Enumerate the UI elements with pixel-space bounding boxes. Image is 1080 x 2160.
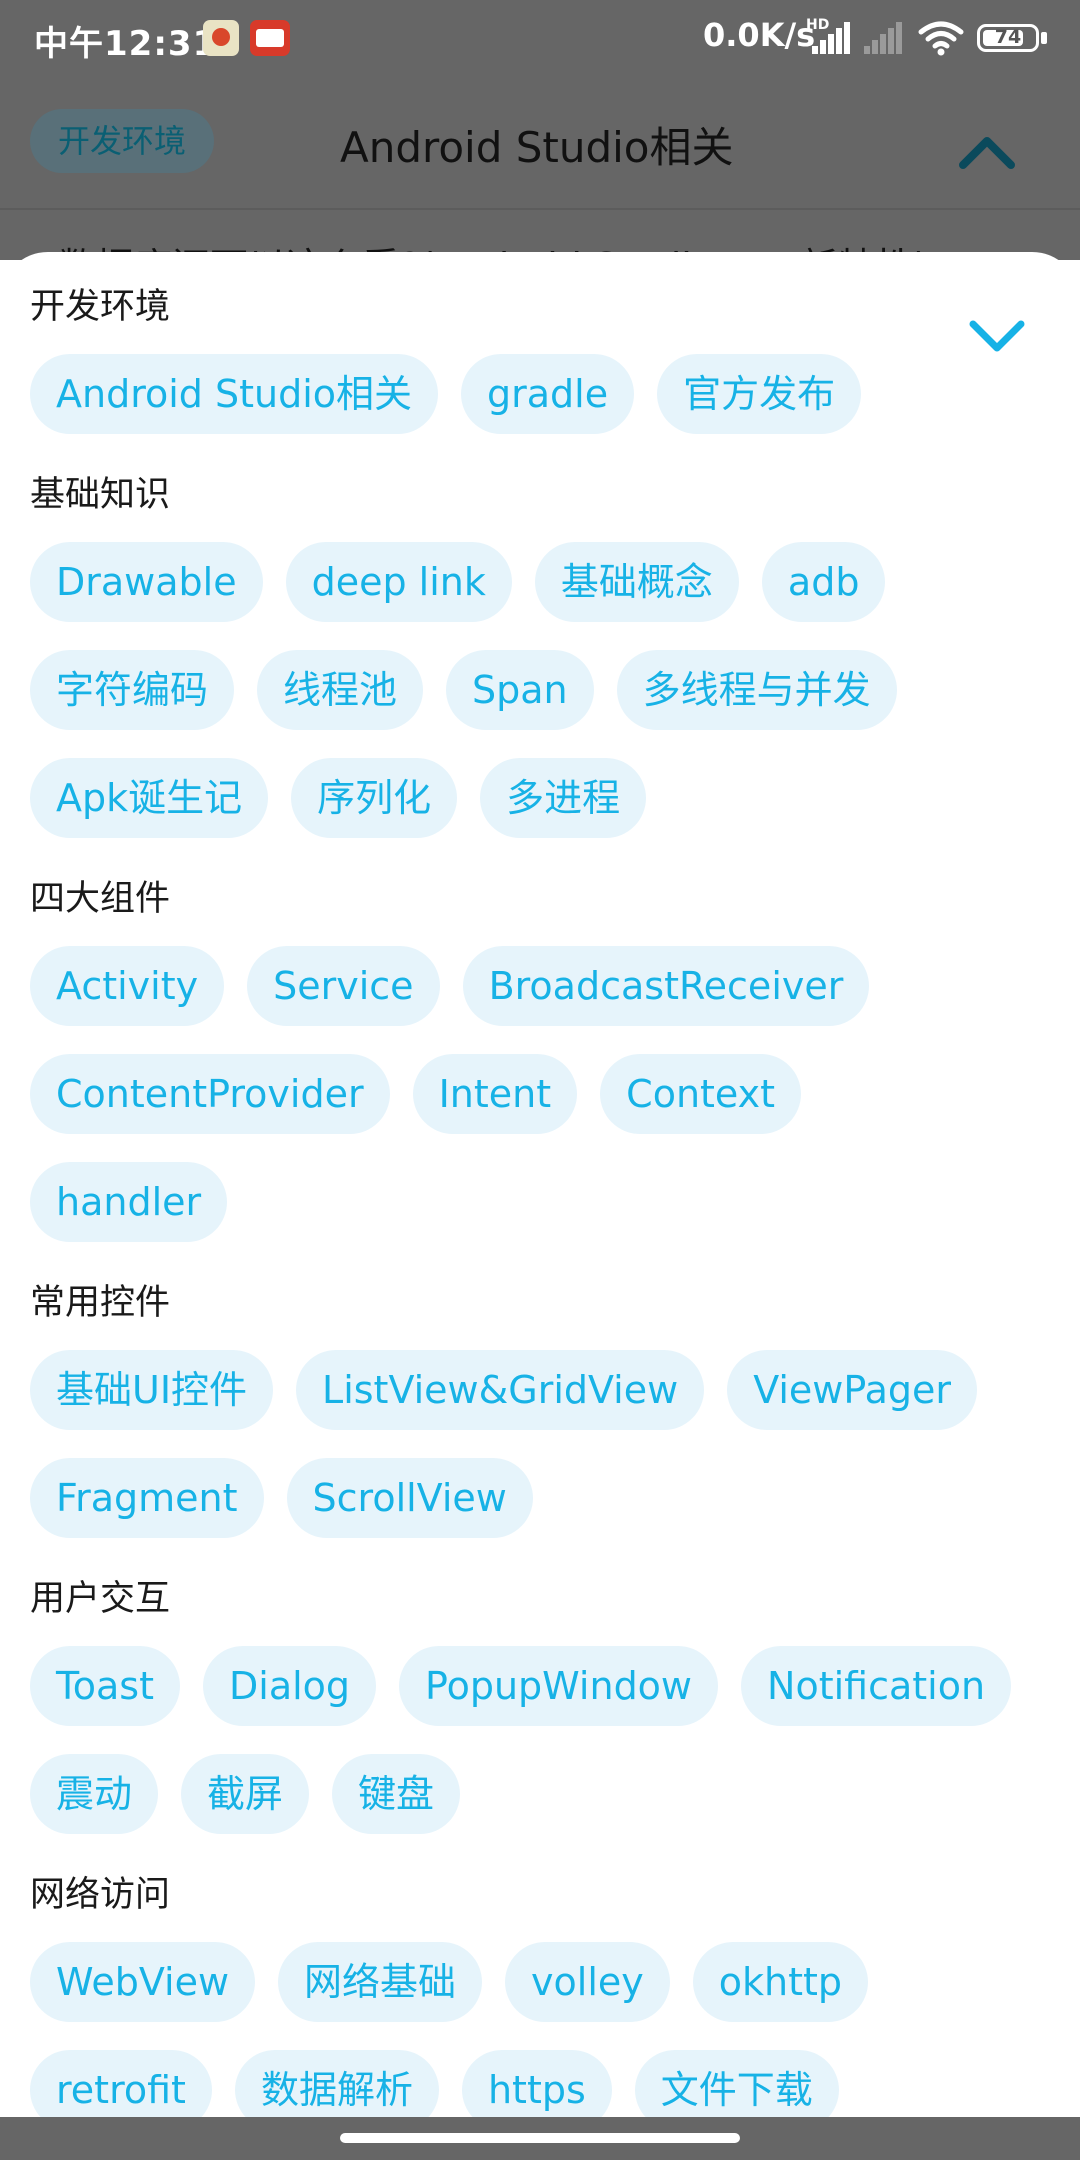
topic-chip[interactable]: ViewPager — [727, 1350, 977, 1430]
topic-chip[interactable]: Service — [247, 946, 440, 1026]
chip-group: WebView 网络基础 volley okhttp retrofit 数据解析 https… — [30, 1942, 1040, 2117]
signal-strength-icon — [812, 22, 852, 54]
topic-chip[interactable]: Span — [446, 650, 594, 730]
home-indicator[interactable] — [340, 2133, 740, 2143]
category-section: 四大组件 Activity Service BroadcastReceiver Cont… — [30, 876, 1040, 1270]
topic-chip[interactable]: 字符编码 — [30, 650, 235, 730]
section-title: 开发环境 — [30, 287, 171, 327]
topic-chip[interactable]: 多进程 — [480, 758, 647, 838]
chevron-up-icon[interactable] — [959, 131, 1015, 171]
chip-group: Activity Service BroadcastReceiver ContentP… — [30, 946, 1040, 1270]
chip-group: Android Studio相关 gradle 官方发布 — [30, 354, 1040, 462]
chip-group: 基础UI控件 ListView&GridView ViewPager Fragment… — [30, 1350, 1040, 1566]
topic-chip[interactable]: 键盘 — [332, 1754, 461, 1834]
topic-chip[interactable]: BroadcastReceiver — [462, 946, 870, 1026]
topic-chip[interactable]: Toast — [30, 1646, 180, 1726]
category-sections: 开发环境 Android Studio相关 gradle 官方发布基础知识 Drawab… — [30, 284, 1040, 2117]
chip-group: Toast Dialog PopupWindow Notification 震动 截屏 键盘 — [30, 1646, 1040, 1862]
section-title: 用户交互 — [30, 1579, 171, 1619]
battery-icon: 74 — [977, 24, 1039, 52]
topic-chip[interactable]: adb — [761, 542, 886, 622]
topic-chip[interactable]: ListView&GridView — [296, 1350, 705, 1430]
battery-level: 74 — [994, 26, 1022, 48]
status-bar: 中午12:31 0.0K/s HD 74 — [0, 0, 1080, 76]
topic-chip[interactable]: 多线程与并发 — [616, 650, 897, 730]
section-title: 网络访问 — [30, 1875, 171, 1915]
topic-chip[interactable]: gradle — [461, 354, 635, 434]
category-section: 用户交互 Toast Dialog PopupWindow Notification 震动… — [30, 1576, 1040, 1862]
topic-chip[interactable]: Android Studio相关 — [30, 354, 439, 434]
topic-chip[interactable]: 震动 — [30, 1754, 159, 1834]
category-section: 网络访问 WebView 网络基础 volley okhttp retrofit 数据解析 h… — [30, 1872, 1040, 2117]
topic-chip[interactable]: 官方发布 — [657, 354, 862, 434]
status-time: 中午12:31 — [34, 24, 218, 64]
topic-chip[interactable]: 序列化 — [291, 758, 458, 838]
network-speed: 0.0K/s — [703, 16, 816, 54]
battery-tip — [1041, 32, 1047, 44]
navigation-bar — [0, 2117, 1080, 2160]
category-section: 开发环境 Android Studio相关 gradle 官方发布 — [30, 284, 1040, 462]
topic-chip[interactable]: 截屏 — [181, 1754, 310, 1834]
topic-chip[interactable]: Apk诞生记 — [30, 758, 269, 838]
topic-chip[interactable]: 文件下载 — [634, 2050, 839, 2117]
topic-chip[interactable]: Fragment — [30, 1458, 264, 1538]
topic-chip[interactable]: Drawable — [30, 542, 263, 622]
section-title: 四大组件 — [30, 879, 171, 919]
topic-chip[interactable]: Dialog — [203, 1646, 377, 1726]
topic-chip[interactable]: handler — [30, 1162, 228, 1242]
topic-chip[interactable]: 基础概念 — [534, 542, 739, 622]
topic-chip[interactable]: retrofit — [30, 2050, 212, 2117]
topic-chip[interactable]: WebView — [30, 1942, 256, 2022]
topic-chip[interactable]: ScrollView — [286, 1458, 533, 1538]
wifi-icon — [918, 20, 964, 56]
topic-chip[interactable]: Context — [600, 1054, 802, 1134]
section-title: 基础知识 — [30, 475, 171, 515]
topic-chip[interactable]: PopupWindow — [399, 1646, 719, 1726]
topic-chip[interactable]: deep link — [285, 542, 512, 622]
category-chip[interactable]: 开发环境 — [30, 109, 215, 173]
topic-chip[interactable]: Activity — [30, 946, 225, 1026]
unionpay-app-icon — [250, 20, 290, 56]
category-section: 常用控件基础UI控件 ListView&GridView ViewPager Frag… — [30, 1280, 1040, 1566]
category-sheet: 开发环境 Android Studio相关 gradle 官方发布基础知识 Drawab… — [0, 252, 1080, 2117]
chip-group: Drawable deep link 基础概念 adb 字符编码 线程池 Span 多线程与并… — [30, 542, 1040, 866]
topic-chip[interactable]: 线程池 — [257, 650, 424, 730]
tomato-app-icon — [203, 20, 239, 56]
topic-chip[interactable]: Notification — [741, 1646, 1012, 1726]
topic-chip[interactable]: https — [461, 2050, 612, 2117]
topic-chip[interactable]: volley — [505, 1942, 670, 2022]
page-title: Android Studio相关 — [340, 123, 734, 172]
topic-chip[interactable]: 数据解析 — [234, 2050, 439, 2117]
topic-chip[interactable]: Intent — [412, 1054, 578, 1134]
topic-chip[interactable]: okhttp — [692, 1942, 869, 2022]
signal-strength-secondary-icon — [864, 22, 904, 54]
category-section: 基础知识 Drawable deep link 基础概念 adb 字符编码 线程池 Span 多… — [30, 472, 1040, 866]
app-toolbar: 开发环境 Android Studio相关 — [0, 76, 1080, 210]
topic-chip[interactable]: 网络基础 — [278, 1942, 483, 2022]
section-title: 常用控件 — [30, 1283, 171, 1323]
topic-chip[interactable]: ContentProvider — [30, 1054, 390, 1134]
topic-chip[interactable]: 基础UI控件 — [30, 1350, 274, 1430]
